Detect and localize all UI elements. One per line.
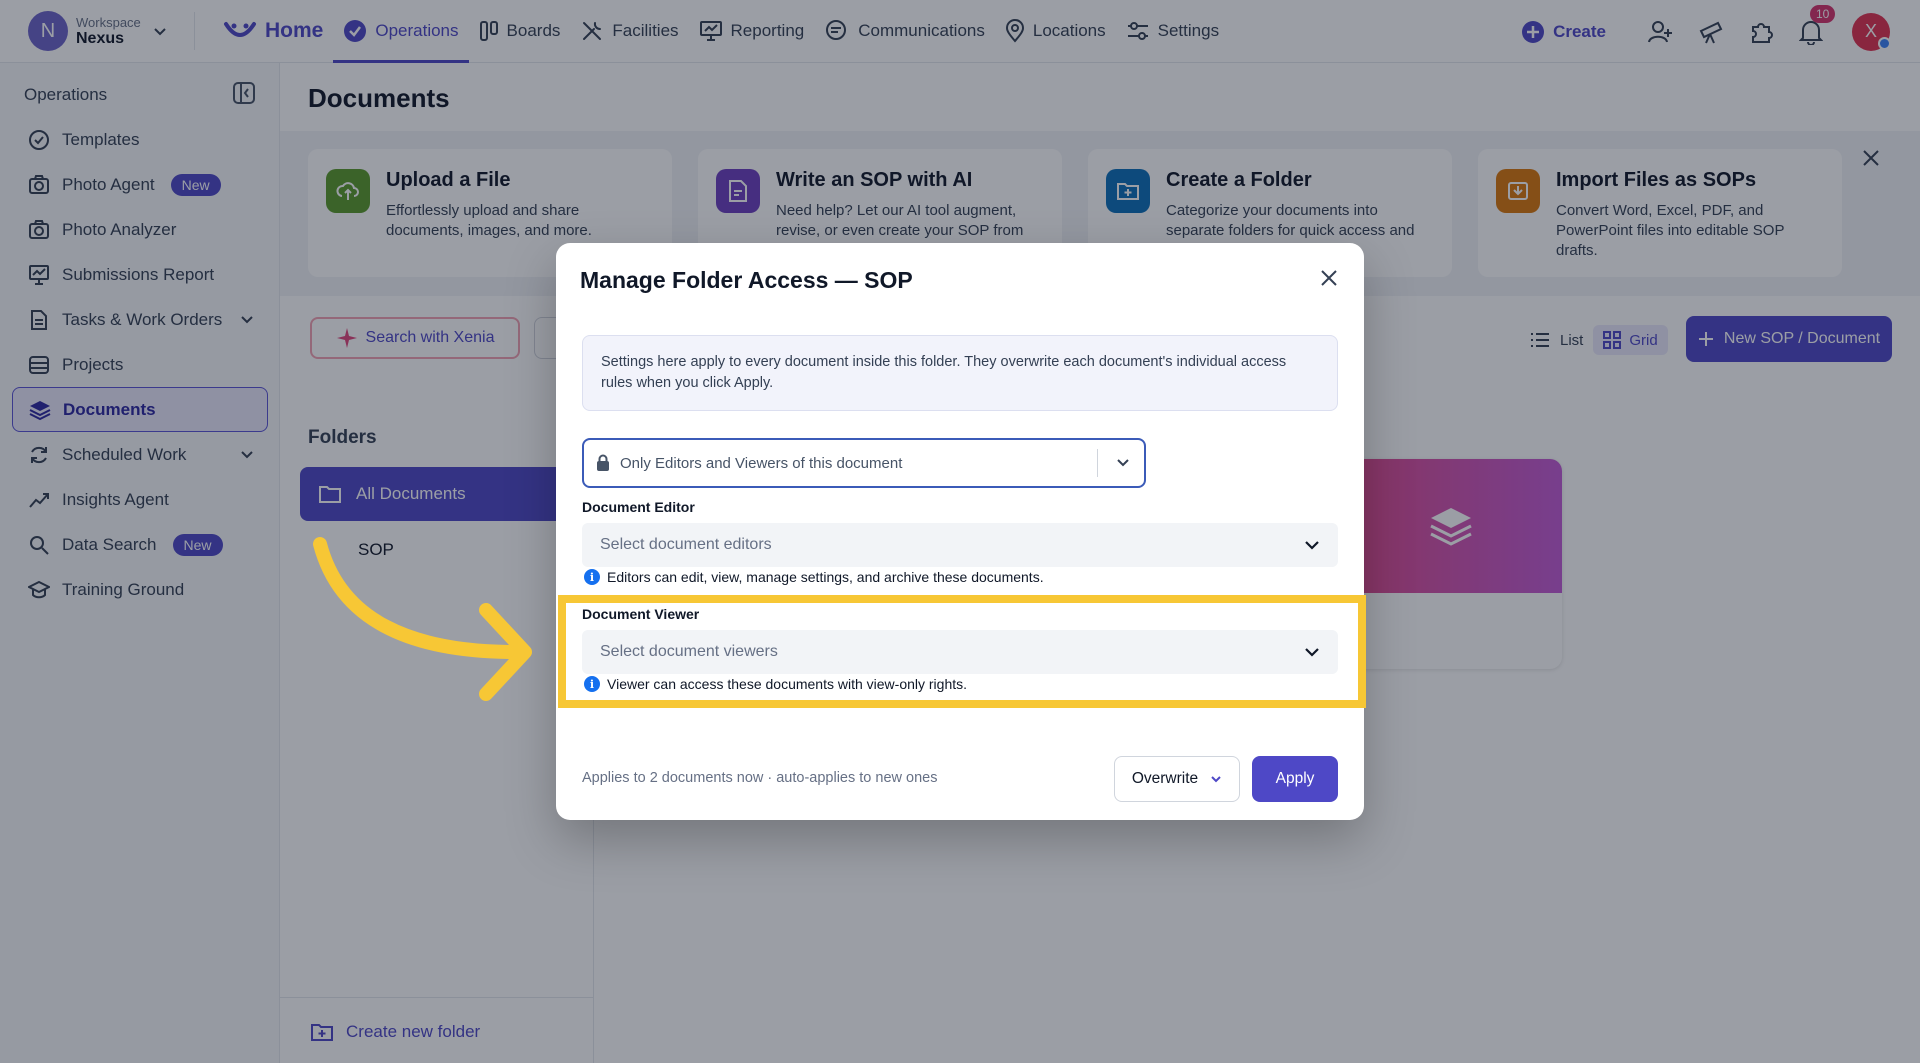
close-icon[interactable] xyxy=(1320,269,1338,287)
document-editor-label: Document Editor xyxy=(582,499,695,515)
overwrite-dropdown[interactable]: Overwrite xyxy=(1114,756,1240,802)
footer-note: Applies to 2 documents now · auto-applie… xyxy=(582,770,938,786)
info-box: Settings here apply to every document in… xyxy=(582,335,1338,411)
info-icon: i xyxy=(584,569,600,585)
apply-button[interactable]: Apply xyxy=(1252,756,1338,802)
access-level-value: Only Editors and Viewers of this documen… xyxy=(620,454,903,472)
select-divider xyxy=(1097,449,1098,477)
document-editor-placeholder: Select document editors xyxy=(600,536,772,553)
editor-helper-label: Editors can edit, view, manage settings,… xyxy=(607,569,1044,585)
document-editor-select[interactable]: Select document editors xyxy=(582,523,1338,567)
modal-title: Manage Folder Access — SOP xyxy=(580,267,913,293)
chevron-down-icon xyxy=(1116,455,1130,469)
lock-icon xyxy=(596,454,610,472)
access-level-select[interactable]: Only Editors and Viewers of this documen… xyxy=(582,438,1146,488)
overwrite-label: Overwrite xyxy=(1131,770,1199,787)
highlight-box xyxy=(558,595,1366,708)
editor-helper-text: i Editors can edit, view, manage setting… xyxy=(584,569,1044,585)
arrow-icon xyxy=(300,530,550,710)
chevron-down-icon xyxy=(1210,773,1222,785)
manage-folder-access-modal: Manage Folder Access — SOP Settings here… xyxy=(556,243,1364,820)
chevron-down-icon xyxy=(1304,537,1320,553)
